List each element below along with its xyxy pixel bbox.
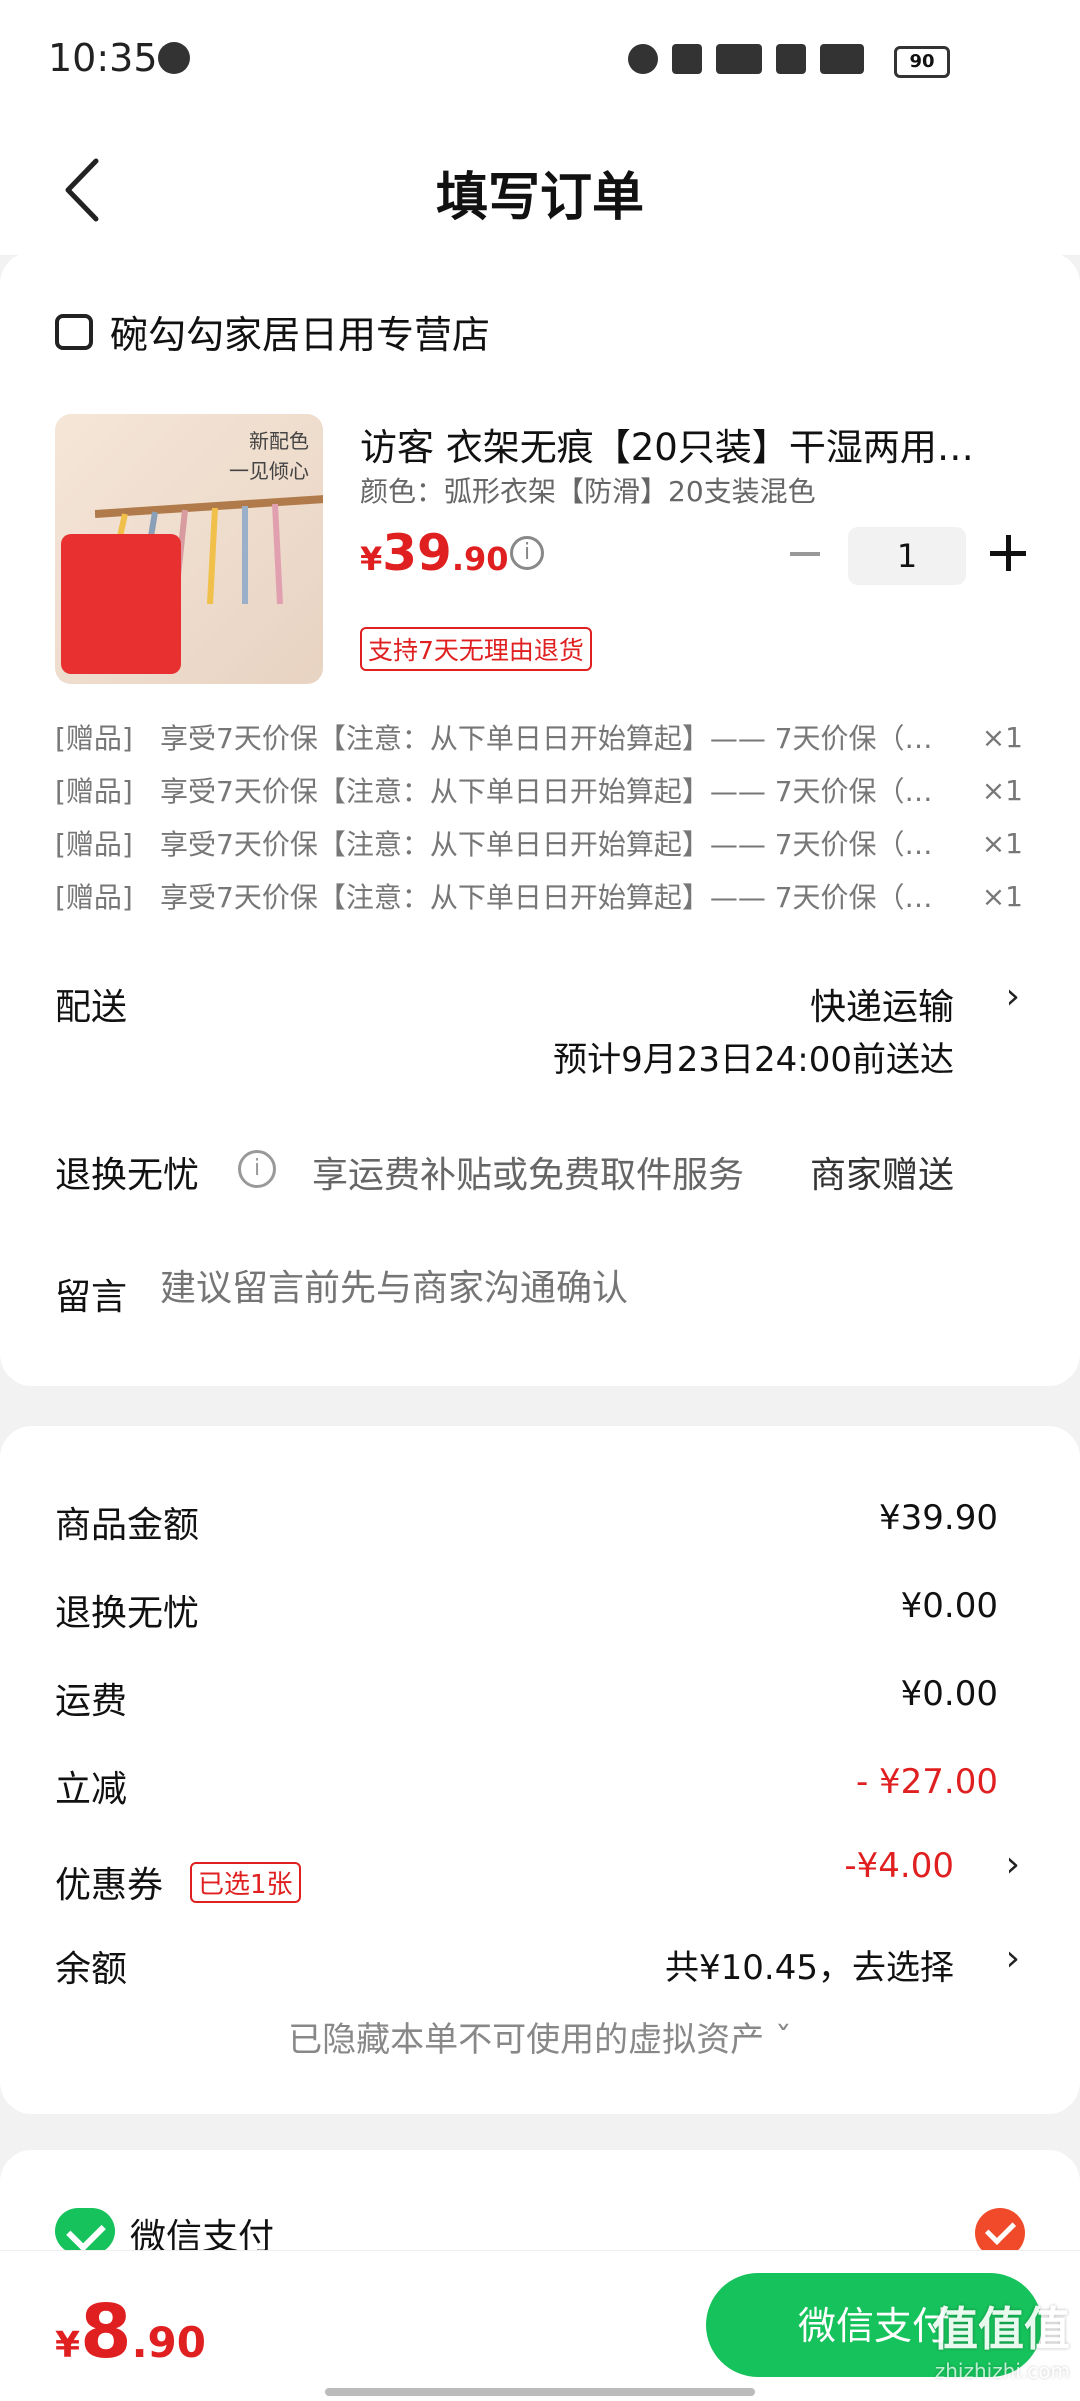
discount-value: - ¥27.00: [855, 1762, 998, 1802]
balance-label: 余额: [55, 1949, 128, 1990]
hd-icon: [776, 44, 806, 74]
store-name[interactable]: 碗勾勾家居日用专营店: [110, 304, 490, 359]
network-speed-icon: [716, 44, 762, 74]
price-info-icon[interactable]: i: [510, 536, 544, 570]
order-total: ¥8.90: [55, 2289, 206, 2375]
gift-row: [赠品] 享受7天价保【注意：从下单日日开始算起】—— 7天价保（… ×1: [55, 880, 1023, 914]
chevron-right-icon[interactable]: ›: [1006, 1938, 1020, 1979]
wechat-pay-icon: [55, 2208, 115, 2254]
alarm-icon: [628, 44, 658, 74]
return-service-provider: 商家赠送: [809, 1155, 954, 1196]
promo-tag-image: [61, 534, 181, 674]
store-icon: [55, 314, 93, 350]
gift-row: [赠品] 享受7天价保【注意：从下单日日开始算起】—— 7天价保（… ×1: [55, 721, 1023, 755]
goods-amount-label: 商品金额: [55, 1505, 200, 1546]
coupon-value[interactable]: -¥4.00: [844, 1846, 954, 1886]
quantity-value[interactable]: 1: [848, 527, 966, 585]
return-service-label: 退换无忧: [55, 1155, 200, 1196]
return-policy-badge: 支持7天无理由退货: [360, 627, 592, 671]
balance-value[interactable]: 共¥10.45，去选择: [665, 1940, 954, 1989]
gift-row: [赠品] 享受7天价保【注意：从下单日日开始算起】—— 7天价保（… ×1: [55, 774, 1023, 808]
return-service-description: 享运费补贴或免费取件服务: [312, 1155, 745, 1196]
watermark-logo: 值值值 zhizhizhi.com: [932, 2302, 1070, 2383]
message-input[interactable]: [160, 1268, 960, 1309]
hidden-assets-toggle[interactable]: 已隐藏本单不可使用的虚拟资产 ˇ: [0, 2012, 1080, 2061]
status-time: 10:35: [48, 36, 158, 80]
vibrate-icon: [672, 44, 702, 74]
product-price: ¥39.90: [360, 524, 509, 582]
discount-label: 立减: [55, 1769, 128, 1810]
delivery-estimate: 预计9月23日24:00前送达: [553, 1040, 954, 1080]
battery-icon: 90: [894, 46, 950, 78]
product-title[interactable]: 访客 衣架无痕【20只装】干湿两用…: [360, 417, 1010, 471]
delivery-method[interactable]: 快递运输: [810, 978, 954, 1030]
bottom-bar: ¥8.90 微信支付 值值值 zhizhizhi.com: [0, 2250, 1080, 2401]
quantity-increase-button[interactable]: [990, 535, 1026, 571]
shipping-label: 运费: [55, 1681, 128, 1722]
goods-amount-value: ¥39.90: [879, 1498, 998, 1538]
chevron-right-icon[interactable]: ›: [1006, 976, 1020, 1017]
signal-5g-icon: [820, 44, 864, 74]
product-variant[interactable]: 颜色：弧形衣架【防滑】20支装混色: [360, 470, 816, 510]
return-fee-value: ¥0.00: [900, 1586, 998, 1626]
order-card: 碗勾勾家居日用专营店 新配色 一见倾心 访客 衣架无痕【20只装】干湿两用… 颜…: [0, 252, 1080, 1386]
delivery-label: 配送: [55, 987, 128, 1028]
chevron-right-icon[interactable]: ›: [1006, 1844, 1020, 1885]
message-label: 留言: [55, 1277, 128, 1318]
home-indicator[interactable]: [325, 2388, 755, 2396]
product-image[interactable]: 新配色 一见倾心: [55, 414, 323, 684]
coupon-label: 优惠券: [55, 1865, 164, 1906]
return-service-info-icon[interactable]: i: [238, 1150, 276, 1188]
return-fee-label: 退换无忧: [55, 1593, 200, 1634]
coupon-selected-badge[interactable]: 已选1张: [190, 1862, 301, 1903]
gift-row: [赠品] 享受7天价保【注意：从下单日日开始算起】—— 7天价保（… ×1: [55, 827, 1023, 861]
header: 填写订单: [0, 125, 1080, 255]
product-image-caption: 新配色 一见倾心: [229, 429, 309, 483]
page-title: 填写订单: [435, 168, 644, 228]
status-bar: 10:35 90: [0, 0, 1080, 125]
shipping-value: ¥0.00: [900, 1674, 998, 1714]
carrier-icon: [158, 42, 190, 74]
quantity-decrease-button[interactable]: [790, 552, 820, 556]
price-summary-card: 商品金额 ¥39.90 退换无忧 ¥0.00 运费 ¥0.00 立减 - ¥27…: [0, 1426, 1080, 2114]
